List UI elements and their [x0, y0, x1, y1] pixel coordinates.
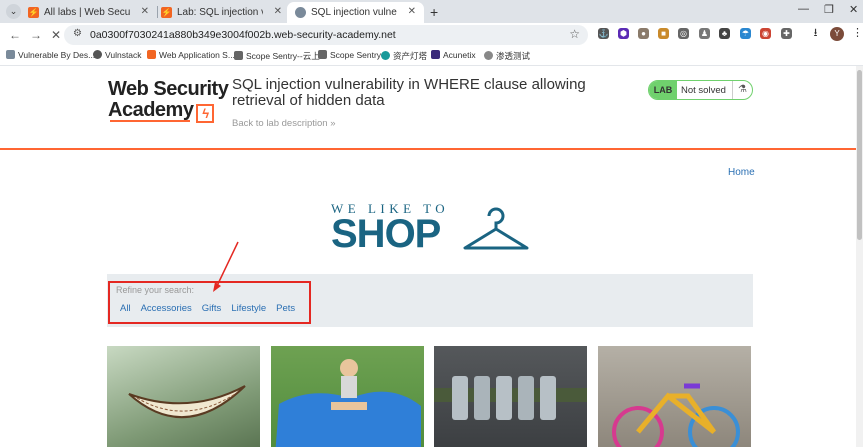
- forward-arrow-icon[interactable]: →: [30, 28, 42, 42]
- shop-banner: WE LIKE TO SHOP: [331, 199, 531, 259]
- bookmarks-bar: Vulnerable By Des... Vulnstack Web Appli…: [0, 47, 863, 66]
- bookmark-icon: [318, 50, 327, 59]
- bookmark-icon: [93, 50, 102, 59]
- extension-icon[interactable]: ◎: [678, 28, 689, 39]
- home-link[interactable]: Home: [728, 167, 755, 178]
- tab-all-labs[interactable]: ⚡ All labs | Web Security Acade ✕: [20, 2, 157, 23]
- status-text: Not solved: [681, 85, 726, 96]
- address-bar[interactable]: ⚙ 0a0300f7030241a880b349e3004f002b.web-s…: [64, 25, 588, 45]
- stop-loading-icon[interactable]: ✕: [51, 28, 61, 42]
- extension-icon[interactable]: ◉: [760, 28, 771, 39]
- tab-title: Lab: SQL injection vulnerabili: [177, 7, 263, 18]
- hanger-icon: [463, 207, 529, 250]
- beanbag-product-image: [275, 359, 421, 447]
- url-text[interactable]: 0a0300f7030241a880b349e3004f002b.web-sec…: [90, 29, 396, 41]
- logo-line-1: Web Security: [108, 78, 229, 100]
- lab-title: SQL injection vulnerability in WHERE cla…: [232, 76, 586, 109]
- bookmark-item[interactable]: Acunetix: [431, 50, 476, 60]
- lightning-icon: ϟ: [196, 104, 215, 123]
- bookmark-icon: [381, 51, 390, 60]
- extension-icon[interactable]: ☂: [740, 28, 751, 39]
- product-image[interactable]: [434, 346, 587, 447]
- extension-icon[interactable]: ■: [658, 28, 669, 39]
- logo-underline: [110, 120, 190, 122]
- bookmark-item[interactable]: Vulnerable By Des...: [6, 50, 95, 60]
- bookmark-item[interactable]: 资产灯塔: [381, 50, 427, 62]
- bookmark-star-icon[interactable]: ☆: [569, 27, 580, 41]
- tab-active-lab[interactable]: SQL injection vulnerability in ✕: [287, 2, 424, 23]
- lab-badge: LAB: [649, 81, 677, 99]
- extension-icon[interactable]: ⚓: [598, 28, 609, 39]
- product-image[interactable]: [107, 346, 260, 447]
- close-tab-icon[interactable]: ✕: [141, 6, 149, 17]
- bookmark-item[interactable]: Scope Sentry--云上: [234, 50, 320, 62]
- bookmark-item[interactable]: Vulnstack: [93, 50, 142, 60]
- double-chevron-icon: »: [330, 118, 336, 129]
- smile-product-image: [128, 385, 246, 419]
- tab-search-icon[interactable]: ⌄: [6, 4, 21, 19]
- extension-icon[interactable]: ⬢: [618, 28, 629, 39]
- annotation-arrow-icon: [213, 241, 239, 292]
- site-info-icon[interactable]: ⚙: [73, 28, 82, 39]
- lab-status-widget: LAB Not solved ⚗: [648, 80, 753, 100]
- lab-header: Web Security Academy ϟ SQL injection vuln…: [0, 66, 856, 150]
- extension-icon[interactable]: ♟: [699, 28, 710, 39]
- back-to-lab-description-link[interactable]: Back to lab description »: [232, 118, 336, 129]
- tab-strip: ⌄ ⚡ All labs | Web Security Acade ✕ ⚡ La…: [0, 0, 863, 23]
- loading-favicon-icon: [295, 7, 306, 18]
- extension-icon[interactable]: ♣: [719, 28, 730, 39]
- can-belt-product-image: [434, 376, 587, 420]
- portswigger-favicon-icon: ⚡: [161, 7, 172, 18]
- product-image[interactable]: [598, 346, 751, 447]
- bookmark-item[interactable]: 渗透测试: [484, 50, 530, 62]
- product-image[interactable]: [271, 346, 424, 447]
- bookmark-icon: [147, 50, 156, 59]
- extensions-puzzle-icon[interactable]: ✚: [781, 28, 792, 39]
- close-tab-icon[interactable]: ✕: [408, 6, 416, 17]
- tab-lab-description[interactable]: ⚡ Lab: SQL injection vulnerabili ✕: [153, 2, 290, 23]
- academy-logo[interactable]: Web Security Academy ϟ: [108, 78, 229, 123]
- menu-kebab-icon[interactable]: ⋮: [852, 28, 863, 39]
- page-viewport: Web Security Academy ϟ SQL injection vuln…: [0, 66, 863, 447]
- bookmark-icon: [234, 51, 243, 60]
- banner-shop-text: SHOP: [331, 212, 441, 256]
- new-tab-button[interactable]: +: [430, 4, 438, 20]
- minimize-icon[interactable]: —: [798, 3, 809, 15]
- download-icon[interactable]: ⭳: [810, 28, 821, 39]
- restore-icon[interactable]: ❐: [824, 3, 834, 16]
- tab-title: SQL injection vulnerability in: [311, 7, 397, 18]
- extension-icon[interactable]: ●: [638, 28, 649, 39]
- close-window-icon[interactable]: ✕: [849, 3, 858, 16]
- portswigger-favicon-icon: ⚡: [28, 7, 39, 18]
- flask-icon: ⚗: [732, 81, 752, 99]
- page-scrollbar[interactable]: [856, 66, 863, 447]
- bookmark-icon: [6, 50, 15, 59]
- knitted-bike-product-image: [612, 383, 740, 447]
- tab-title: All labs | Web Security Acade: [44, 7, 130, 18]
- bookmark-item[interactable]: Web Application S...: [147, 50, 235, 60]
- bookmark-icon: [484, 51, 493, 60]
- scrollbar-thumb[interactable]: [857, 70, 862, 240]
- address-bar-row: ← → ✕ ⚙ 0a0300f7030241a880b349e3004f002b…: [0, 23, 863, 47]
- bookmark-icon: [431, 50, 440, 59]
- back-arrow-icon[interactable]: ←: [9, 28, 21, 42]
- close-tab-icon[interactable]: ✕: [274, 6, 282, 17]
- bookmark-item[interactable]: Scope Sentry: [318, 50, 381, 60]
- profile-avatar[interactable]: Y: [830, 27, 844, 41]
